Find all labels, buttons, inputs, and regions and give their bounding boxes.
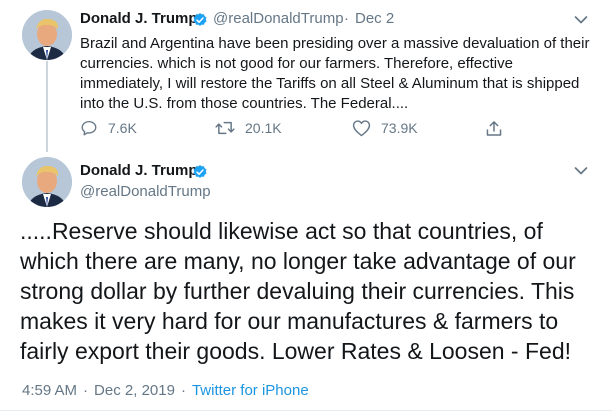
retweet-icon <box>215 121 235 135</box>
retweet-button[interactable]: 20.1K <box>215 119 282 137</box>
avatar[interactable] <box>22 157 72 207</box>
author-handle[interactable]: @realDonaldTrump <box>213 10 344 27</box>
author-name[interactable]: Donald J. Trump <box>80 10 198 27</box>
thread-connector-line <box>46 61 48 152</box>
divider <box>0 410 612 411</box>
tweet-full-date[interactable]: Dec 2, 2019 <box>94 382 175 399</box>
verified-badge-icon <box>193 13 207 26</box>
reply-icon <box>81 120 97 136</box>
tweet-date[interactable]: Dec 2 <box>355 10 394 27</box>
tweet-text: .....Reserve should likewise act so that… <box>20 218 576 364</box>
date-separator: · <box>344 10 349 27</box>
author-name[interactable]: Donald J. Trump <box>80 162 198 179</box>
verified-badge-icon <box>193 165 207 178</box>
like-icon <box>352 120 371 137</box>
avatar[interactable] <box>22 10 72 60</box>
share-icon <box>486 121 502 136</box>
reply-count: 7.6K <box>108 120 137 136</box>
meta-separator: · <box>83 382 89 399</box>
tweet-text: Brazil and Argentina have been presiding… <box>80 35 590 112</box>
tweet-source-link[interactable]: Twitter for iPhone <box>192 382 309 399</box>
retweet-count: 20.1K <box>245 120 282 136</box>
like-count: 73.9K <box>381 120 418 136</box>
tweet-time[interactable]: 4:59 AM <box>22 382 77 399</box>
reply-button[interactable]: 7.6K <box>80 119 137 137</box>
meta-separator: · <box>180 382 186 399</box>
chevron-down-icon[interactable] <box>574 15 588 25</box>
share-button[interactable] <box>485 119 513 138</box>
author-handle[interactable]: @realDonaldTrump <box>80 183 211 200</box>
chevron-down-icon[interactable] <box>574 166 588 176</box>
tweet-metadata: 4:59 AM · Dec 2, 2019 · Twitter for iPhone <box>22 382 309 399</box>
like-button[interactable]: 73.9K <box>352 119 418 137</box>
